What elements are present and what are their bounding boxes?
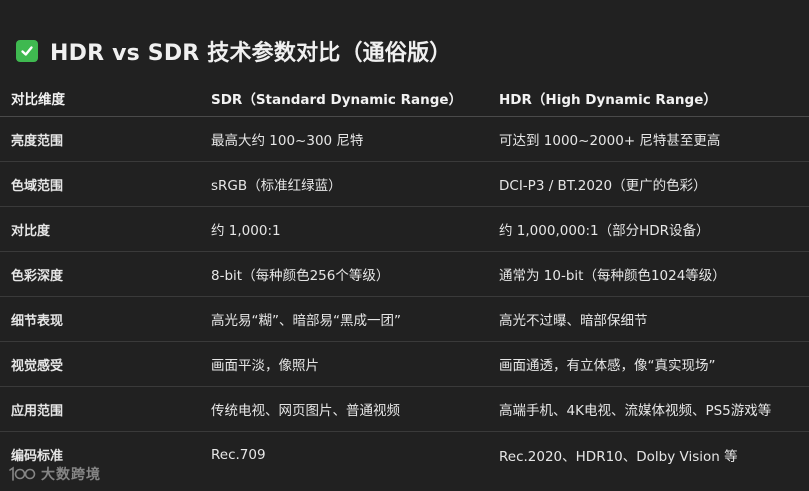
table-row: 细节表现 高光易“糊”、暗部易“黑成一团” 高光不过曝、暗部保细节 <box>0 297 809 342</box>
row-dimension: 色域范围 <box>11 178 64 194</box>
table-row: 对比度 约 1,000:1 约 1,000,000:1（部分HDR设备） <box>0 207 809 252</box>
row-sdr-value: 高光易“糊”、暗部易“黑成一团” <box>211 313 401 329</box>
watermark: 大数跨境 <box>8 464 101 484</box>
row-sdr-value: 约 1,000:1 <box>211 223 281 239</box>
row-hdr-value: 高端手机、4K电视、流媒体视频、PS5游戏等 <box>499 403 772 419</box>
row-hdr-value: 通常为 10-bit（每种颜色1024等级） <box>499 268 726 284</box>
comparison-table: 对比维度 SDR（Standard Dynamic Range） HDR（Hig… <box>0 80 809 477</box>
table-row: 应用范围 传统电视、网页图片、普通视频 高端手机、4K电视、流媒体视频、PS5游… <box>0 387 809 432</box>
header-dimension: 对比维度 <box>11 92 65 108</box>
row-dimension: 细节表现 <box>11 313 64 329</box>
row-sdr-value: 传统电视、网页图片、普通视频 <box>211 403 400 419</box>
row-hdr-value: 高光不过曝、暗部保细节 <box>499 313 648 329</box>
header-hdr: HDR（High Dynamic Range） <box>499 92 717 108</box>
check-mark-icon <box>16 40 38 62</box>
table-row: 亮度范围 最高大约 100~300 尼特 可达到 1000~2000+ 尼特甚至… <box>0 117 809 162</box>
header-sdr: SDR（Standard Dynamic Range） <box>211 92 463 108</box>
row-dimension: 应用范围 <box>11 403 64 419</box>
row-hdr-value: 画面通透，有立体感，像“真实现场” <box>499 358 716 374</box>
row-sdr-value: 最高大约 100~300 尼特 <box>211 133 364 149</box>
table-row: 视觉感受 画面平淡，像照片 画面通透，有立体感，像“真实现场” <box>0 342 809 387</box>
row-hdr-value: 可达到 1000~2000+ 尼特甚至更高 <box>499 133 721 149</box>
row-sdr-value: Rec.709 <box>211 446 266 463</box>
row-sdr-value: 画面平淡，像照片 <box>211 358 319 374</box>
table-row: 色彩深度 8-bit（每种颜色256个等级） 通常为 10-bit（每种颜色10… <box>0 252 809 297</box>
page-title: HDR vs SDR 技术参数对比（通俗版） <box>16 34 451 68</box>
watermark-logo-icon <box>9 466 36 481</box>
watermark-text: 大数跨境 <box>41 467 101 483</box>
row-dimension: 对比度 <box>11 223 51 239</box>
row-sdr-value: sRGB（标准红绿蓝） <box>211 178 342 194</box>
row-hdr-value: 约 1,000,000:1（部分HDR设备） <box>499 223 710 239</box>
row-dimension: 亮度范围 <box>11 133 64 149</box>
row-sdr-value: 8-bit（每种颜色256个等级） <box>211 268 390 284</box>
table-row: 编码标准 Rec.709 Rec.2020、HDR10、Dolby Vision… <box>0 432 809 477</box>
row-hdr-value: DCI-P3 / BT.2020（更广的色彩） <box>499 178 707 194</box>
row-dimension: 色彩深度 <box>11 268 64 284</box>
row-dimension: 视觉感受 <box>11 358 64 374</box>
page-title-text: HDR vs SDR 技术参数对比（通俗版） <box>50 41 452 66</box>
row-hdr-value: Rec.2020、HDR10、Dolby Vision 等 <box>499 448 738 465</box>
table-header-row: 对比维度 SDR（Standard Dynamic Range） HDR（Hig… <box>0 80 809 117</box>
table-row: 色域范围 sRGB（标准红绿蓝） DCI-P3 / BT.2020（更广的色彩） <box>0 162 809 207</box>
